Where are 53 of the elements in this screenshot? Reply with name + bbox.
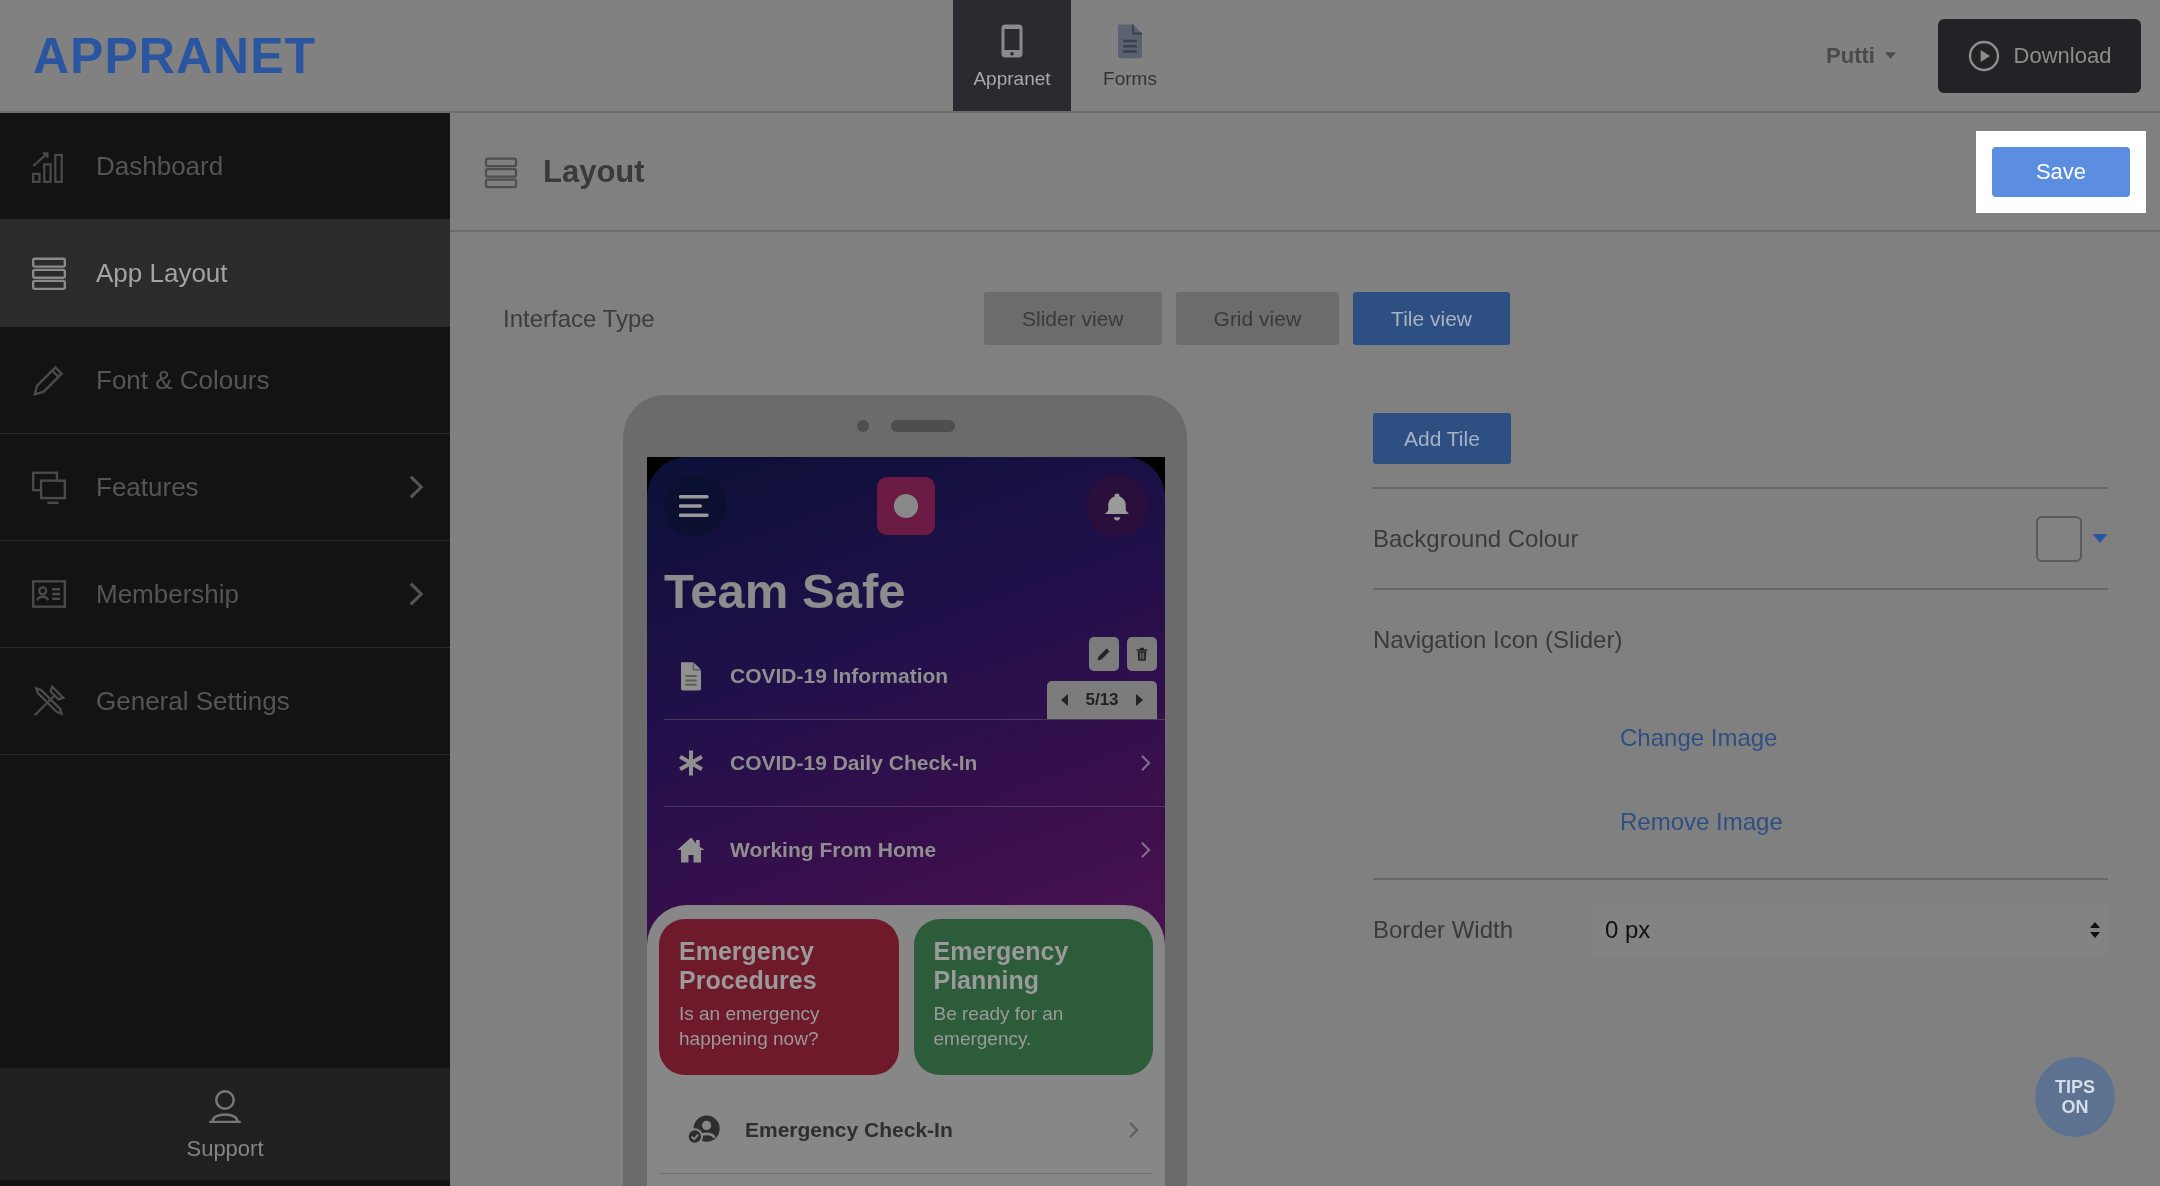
- field-label: Navigation Icon (Slider): [1373, 626, 1624, 654]
- sidebar-item[interactable]: App Layout: [0, 220, 450, 327]
- field-label: Interface Type: [503, 304, 656, 333]
- app-menu-row[interactable]: COVID-19 Information 5/13: [664, 633, 1165, 720]
- trash-icon: [1134, 646, 1150, 662]
- color-picker[interactable]: [2036, 515, 2108, 562]
- edit-button[interactable]: [1089, 637, 1119, 671]
- field-label: Background Colour: [1373, 524, 1579, 553]
- app-menu-row[interactable]: Emergency Check-In: [659, 1087, 1153, 1174]
- app-tile[interactable]: Emergency Planning Be ready for an emergency.: [913, 919, 1153, 1075]
- spinner-arrows-icon: [2090, 921, 2100, 939]
- add-tile-button[interactable]: Add Tile: [1373, 413, 1511, 464]
- tile-subtitle: Is an emergency happening now?: [679, 1002, 821, 1051]
- chevron-right-icon: [408, 474, 424, 500]
- user-check-icon: [687, 1114, 721, 1146]
- tile-title: Emergency Planning: [933, 937, 1070, 995]
- nav-tab[interactable]: Forms: [1071, 0, 1189, 111]
- app-title: Team Safe: [664, 563, 907, 619]
- sidebar-item[interactable]: Membership: [0, 541, 450, 648]
- view-option-button[interactable]: Tile view: [1353, 292, 1510, 345]
- sidebar-item[interactable]: Features: [0, 434, 450, 541]
- tips-button[interactable]: TIPS ON: [2035, 1057, 2115, 1137]
- link[interactable]: Remove Image: [1620, 808, 2108, 836]
- support-button[interactable]: Support: [0, 1068, 450, 1180]
- sidebar-item[interactable]: Font & Colours: [0, 327, 450, 434]
- previous-icon[interactable]: [1061, 694, 1069, 706]
- app-logo-icon: [877, 477, 935, 535]
- pencil-icon: [1096, 646, 1112, 662]
- camera-dot: [857, 420, 869, 432]
- tile-title: Emergency Procedures: [679, 937, 818, 995]
- chevron-right-icon: [408, 581, 424, 607]
- app-tile[interactable]: Emergency Procedures Is an emergency happening now?: [659, 919, 899, 1075]
- delete-button[interactable]: [1127, 637, 1157, 671]
- page-title: Layout: [543, 153, 645, 190]
- download-button[interactable]: Download: [1938, 18, 2141, 93]
- app-menu-row[interactable]: COVID-19 Daily Check-In: [664, 720, 1165, 807]
- logo: APPRANET: [33, 26, 318, 85]
- chevron-right-icon: [1140, 841, 1151, 859]
- play-circle-icon: [1967, 39, 2000, 72]
- nav-tab[interactable]: Appranet: [953, 0, 1071, 111]
- chevron-right-icon: [1128, 1121, 1139, 1139]
- field-label: Border Width: [1373, 916, 1514, 944]
- app-menu-row[interactable]: Working From Home: [664, 807, 1165, 893]
- speaker-slot: [891, 420, 955, 432]
- caret-icon: [1885, 52, 1896, 59]
- sidebar-item[interactable]: General Settings: [0, 648, 450, 755]
- caret-icon: [2092, 534, 2108, 543]
- save-button[interactable]: Save: [1992, 146, 2130, 197]
- next-icon[interactable]: [1135, 694, 1143, 706]
- position-counter: 5/13: [1085, 690, 1119, 710]
- link[interactable]: Change Image: [1620, 724, 2108, 752]
- tile-subtitle: Be ready for an emergency.: [933, 1002, 1065, 1051]
- chevron-right-icon: [1140, 754, 1151, 772]
